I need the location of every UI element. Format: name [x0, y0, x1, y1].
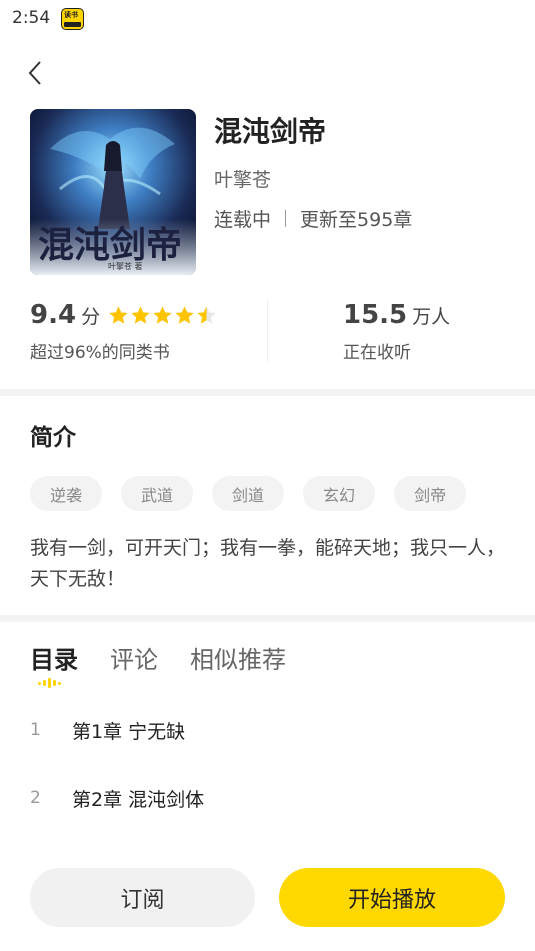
divider: [285, 210, 287, 227]
listeners-subtitle: 正在收听: [343, 343, 411, 363]
active-tab-indicator: [38, 678, 63, 688]
svg-text:混沌剑帝: 混沌剑帝: [38, 224, 182, 266]
star-icon: [197, 306, 216, 324]
tab-bar: 目录 评论 相似推荐: [30, 640, 318, 675]
intro-text: 我有一剑，可开天门；我有一拳，能碎天地；我只一人，天下无敌！: [30, 537, 506, 590]
chapter-title: 第2章 混沌剑体: [72, 788, 205, 811]
chevron-left-icon: [28, 61, 41, 85]
novel-app-icon: 读书: [61, 8, 84, 30]
back-button[interactable]: [20, 58, 50, 88]
book-author[interactable]: 叶擎苍: [214, 165, 271, 192]
tab-similar[interactable]: 相似推荐: [190, 640, 286, 675]
tag-list: 逆袭 武道 剑道 玄幻 剑帝: [30, 476, 485, 511]
status-time: 2:54: [12, 8, 51, 28]
listeners-block: 15.5 万人 正在收听: [343, 300, 450, 363]
rating-block: 9.4 分 超过96%的同类书: [30, 300, 218, 363]
tag-item[interactable]: 玄幻: [303, 476, 376, 511]
tag-item[interactable]: 剑道: [212, 476, 285, 511]
status-bar: 2:54 读书: [0, 0, 535, 38]
tag-item[interactable]: 逆袭: [30, 476, 103, 511]
book-cover: 混沌剑帝 叶擎苍 著: [30, 109, 196, 275]
play-button[interactable]: 开始播放: [279, 868, 505, 927]
svg-text:叶擎苍 著: 叶擎苍 著: [108, 261, 143, 271]
chapter-title: 第1章 宁无缺: [72, 720, 186, 743]
chapter-row[interactable]: 2 第2章 混沌剑体: [30, 778, 505, 818]
star-icon: [175, 306, 194, 324]
section-divider: [0, 615, 535, 622]
update-status: 更新至595章: [300, 209, 413, 231]
tab-catalog[interactable]: 目录: [30, 640, 78, 675]
listeners-unit: 万人: [412, 306, 451, 328]
star-rating: [108, 305, 218, 326]
star-icon: [109, 306, 128, 324]
tab-comments[interactable]: 评论: [110, 640, 158, 675]
intro-heading: 简介: [30, 425, 76, 451]
chapter-row[interactable]: 1 第1章 宁无缺: [30, 710, 505, 750]
serial-status: 连载中: [214, 209, 272, 231]
rating-subtitle: 超过96%的同类书: [30, 343, 170, 363]
chapter-number: 2: [30, 788, 41, 808]
rating-unit: 分: [81, 306, 101, 328]
book-title: 混沌剑帝: [214, 115, 327, 148]
tag-item[interactable]: 武道: [121, 476, 194, 511]
stat-divider: [267, 300, 268, 362]
star-icon: [131, 306, 150, 324]
star-icon: [153, 306, 172, 324]
rating-value: 9.4: [30, 300, 77, 330]
tag-item[interactable]: 剑帝: [394, 476, 467, 511]
subscribe-button[interactable]: 订阅: [30, 868, 255, 927]
listeners-value: 15.5: [343, 300, 408, 330]
section-divider: [0, 389, 535, 396]
chapter-number: 1: [30, 720, 41, 740]
book-status: 连载中 更新至595章: [214, 205, 412, 232]
